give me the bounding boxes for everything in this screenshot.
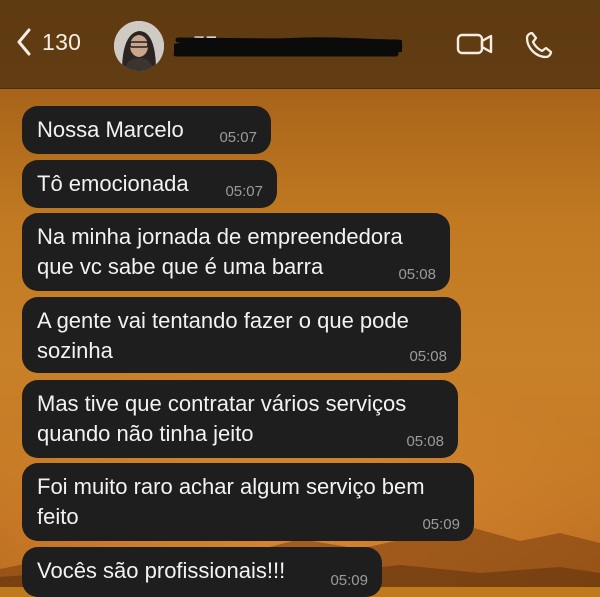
video-camera-icon[interactable] <box>456 30 494 58</box>
message-text: Vocês são profissionais!!! <box>37 558 286 583</box>
message-bubble[interactable]: Mas tive que contratar vários serviços q… <box>22 380 458 458</box>
redaction-scribble <box>173 37 403 57</box>
message-bubble[interactable]: Foi muito raro achar algum serviço bem f… <box>22 463 474 541</box>
back-button[interactable]: 130 <box>16 28 81 56</box>
message-bubble[interactable]: Tô emocionada 05:07 <box>22 160 277 208</box>
avatar[interactable] <box>114 21 164 71</box>
phone-icon[interactable] <box>524 30 554 60</box>
message-timestamp: 05:09 <box>422 516 460 533</box>
message-text: Na minha jornada de empreendedora que vc… <box>37 224 403 279</box>
message-timestamp: 05:08 <box>409 348 447 365</box>
message-bubble[interactable]: Vocês são profissionais!!! 05:09 <box>22 547 382 597</box>
chat-header: 130 +55 <box>0 0 600 89</box>
message-timestamp: 05:07 <box>225 183 263 200</box>
message-timestamp: 05:07 <box>219 129 257 146</box>
message-timestamp: 05:08 <box>398 266 436 283</box>
avatar-photo <box>114 21 164 71</box>
message-bubble[interactable]: Na minha jornada de empreendedora que vc… <box>22 213 450 291</box>
message-timestamp: 05:08 <box>406 433 444 450</box>
message-bubble[interactable]: Nossa Marcelo 05:07 <box>22 106 271 154</box>
unread-count: 130 <box>42 28 82 55</box>
message-text: Foi muito raro achar algum serviço bem f… <box>37 474 425 529</box>
chevron-left-icon <box>17 28 31 56</box>
message-text: Mas tive que contratar vários serviços q… <box>37 391 407 446</box>
message-text: A gente vai tentando fazer o que pode so… <box>37 308 409 363</box>
message-bubble[interactable]: A gente vai tentando fazer o que pode so… <box>22 297 461 373</box>
